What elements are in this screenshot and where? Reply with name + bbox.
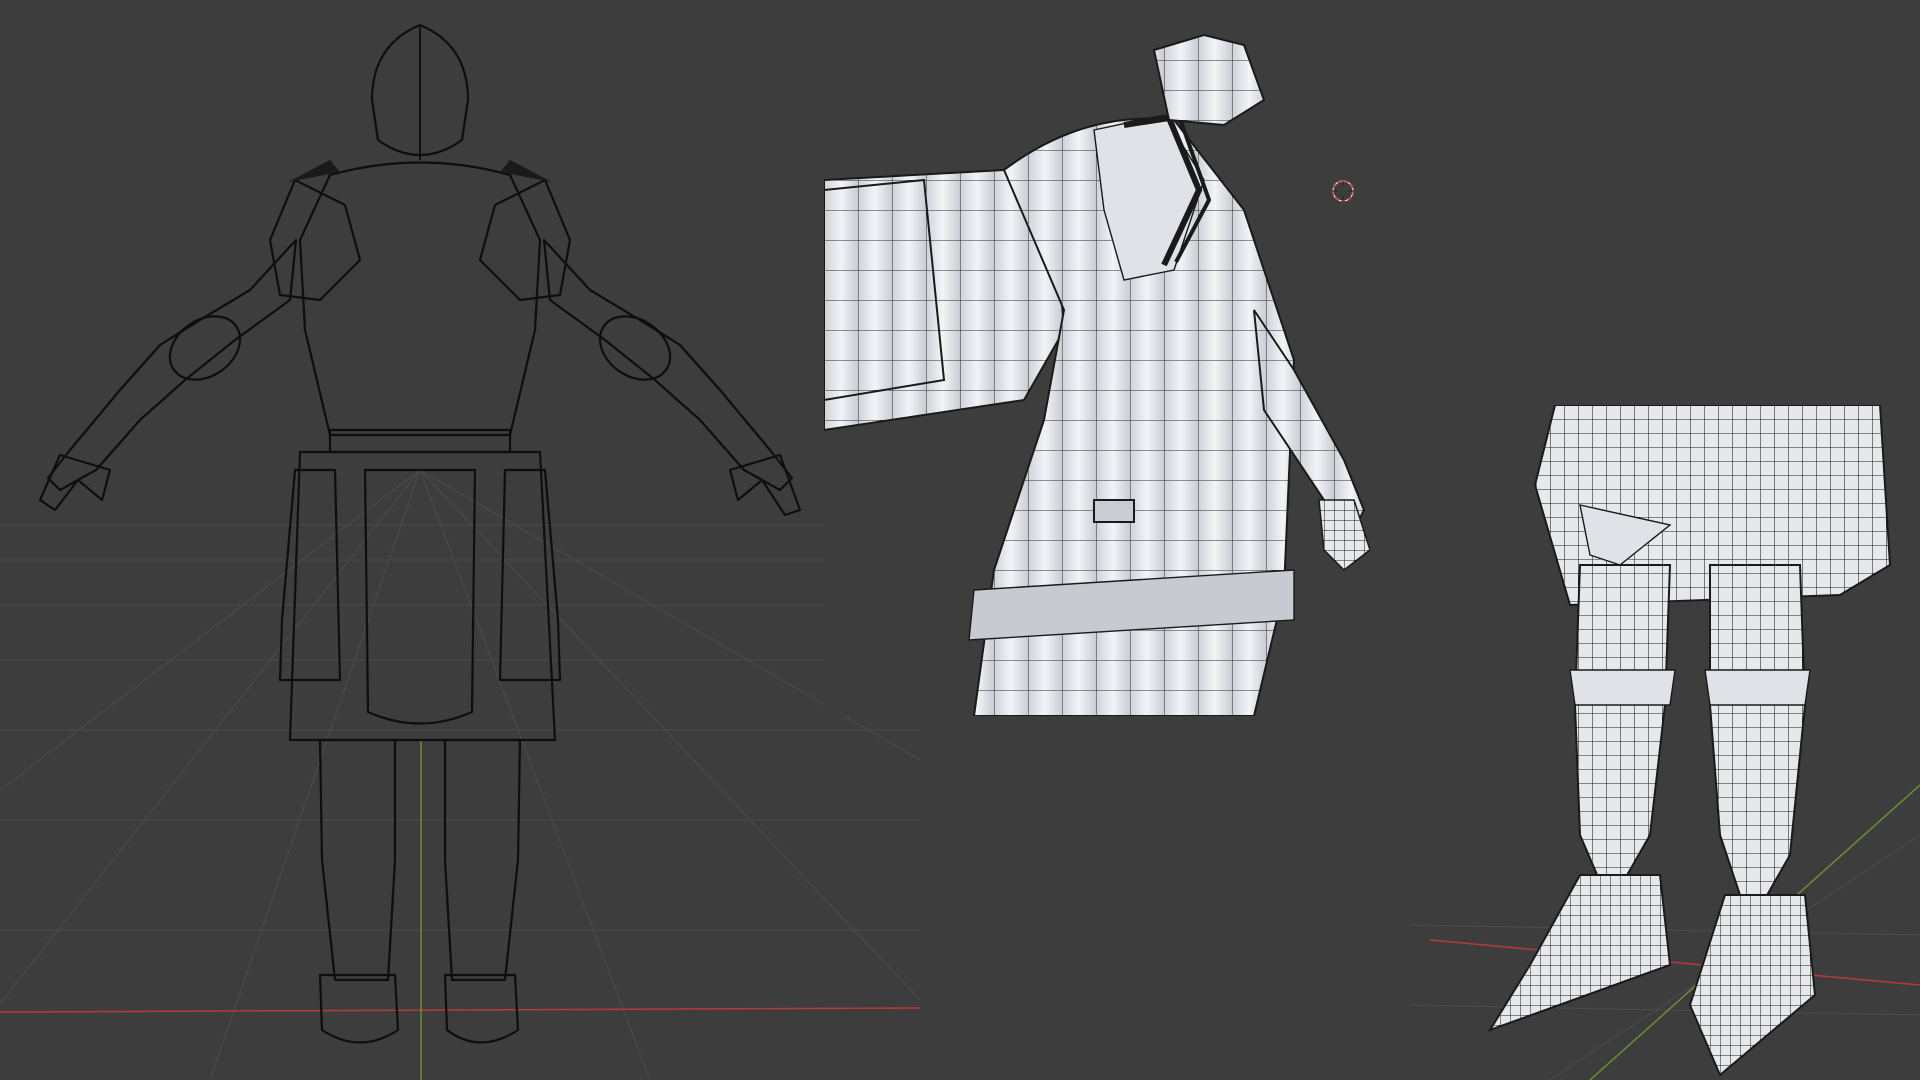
belt-mesh bbox=[328, 428, 512, 454]
legs-left-sabaton-mesh bbox=[1487, 874, 1672, 1032]
legs-x-axis-line bbox=[1429, 939, 1920, 986]
left-tasset-mesh bbox=[278, 468, 342, 682]
right-leg-mesh bbox=[443, 738, 522, 982]
closeup-helmet-mesh bbox=[1152, 33, 1266, 127]
legs-left-leg-mesh[interactable] bbox=[1573, 564, 1672, 908]
left-sabaton-mesh bbox=[318, 973, 400, 1044]
3d-cursor-icon[interactable] bbox=[1330, 178, 1356, 204]
legs-closeup-canvas[interactable] bbox=[1410, 405, 1920, 1080]
left-leg-mesh bbox=[318, 738, 397, 982]
full-body-viewport[interactable] bbox=[0, 0, 920, 1080]
knight-armor-mesh[interactable] bbox=[38, 23, 802, 1044]
full-body-canvas[interactable] bbox=[0, 0, 920, 1080]
torso-mesh bbox=[298, 161, 542, 437]
left-spike bbox=[288, 160, 340, 182]
left-pauldron-mesh bbox=[268, 178, 362, 302]
back-tasset-mesh bbox=[363, 468, 477, 725]
torso-closeup-viewport[interactable] bbox=[824, 30, 1370, 716]
legs-right-sabaton-mesh bbox=[1688, 894, 1817, 1077]
legs-left-knee-plate bbox=[1569, 669, 1676, 706]
left-elbow-cop bbox=[168, 315, 242, 381]
x-axis-line bbox=[0, 1007, 920, 1013]
left-hand-mesh bbox=[38, 453, 112, 512]
legs-right-knee-plate bbox=[1704, 669, 1811, 706]
closeup-buckle-detail bbox=[1093, 499, 1135, 523]
right-sabaton-mesh bbox=[443, 973, 520, 1044]
torso-closeup-canvas[interactable] bbox=[824, 30, 1370, 716]
closeup-vambrace-mesh bbox=[824, 178, 946, 402]
skirt-mesh bbox=[288, 450, 557, 742]
right-hand-mesh bbox=[728, 453, 802, 517]
ground-grid bbox=[0, 469, 920, 1080]
legs-closeup-viewport[interactable] bbox=[1410, 405, 1920, 1080]
right-pauldron-mesh bbox=[478, 178, 572, 302]
right-spike bbox=[500, 160, 552, 182]
legs-right-leg-mesh[interactable] bbox=[1709, 564, 1807, 928]
right-elbow-cop bbox=[598, 315, 672, 381]
